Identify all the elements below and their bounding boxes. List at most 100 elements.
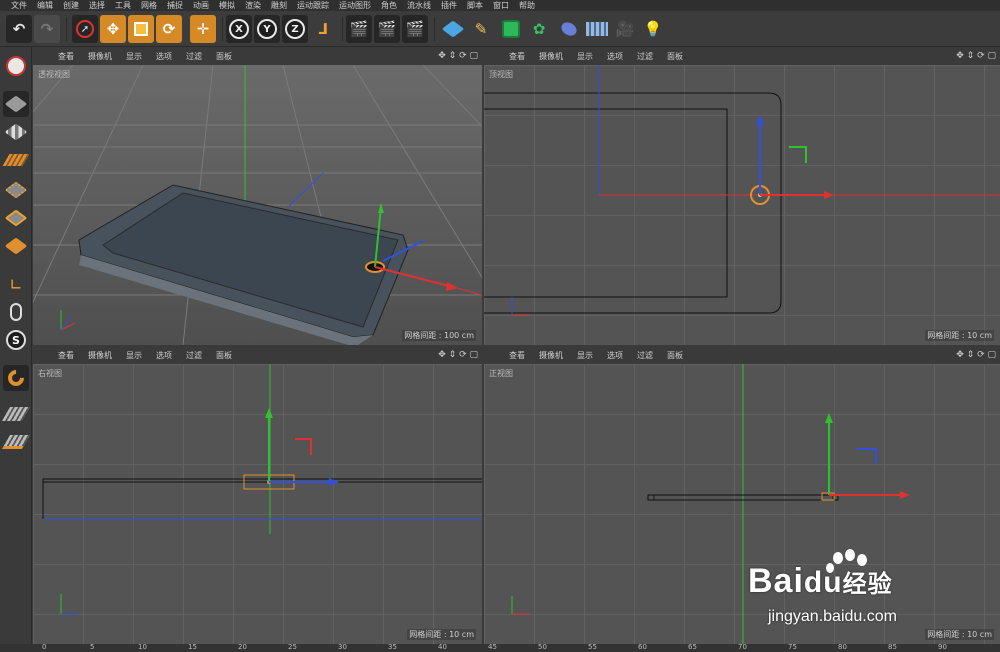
menu-edit[interactable]: 编辑 — [32, 0, 58, 11]
options-menu[interactable]: 选项 — [149, 51, 179, 62]
add-floor-button[interactable] — [584, 15, 610, 43]
add-subdivision-button[interactable] — [498, 15, 524, 43]
menu-file[interactable]: 文件 — [6, 0, 32, 11]
tweak-mode-button[interactable] — [3, 299, 29, 325]
menu-mesh[interactable]: 网格 — [136, 0, 162, 11]
camera-menu[interactable]: 摄像机 — [81, 350, 119, 361]
panel-menu[interactable]: 面板 — [209, 51, 239, 62]
add-camera-button[interactable]: 🎥 — [612, 15, 638, 43]
menu-sculpt[interactable]: 雕刻 — [266, 0, 292, 11]
menu-script[interactable]: 脚本 — [462, 0, 488, 11]
redo-icon: ↷ — [40, 20, 54, 38]
coordinate-system-button[interactable]: ⅃ — [310, 15, 336, 43]
add-deformer-button[interactable] — [556, 15, 582, 43]
display-menu[interactable]: 显示 — [570, 51, 600, 62]
add-cube-button[interactable] — [440, 15, 466, 43]
texture-mode-button[interactable] — [3, 119, 29, 145]
polygons-mode-button[interactable] — [3, 233, 29, 259]
perspective-viewport[interactable]: 查看 摄像机 显示 选项 过滤 面板 ✥ ⇕ ⟳ ▢ 透视视图 网格间距 : 1… — [33, 48, 482, 345]
add-light-button[interactable]: 💡 — [640, 15, 666, 43]
menu-pipeline[interactable]: 流水线 — [402, 0, 436, 11]
display-menu[interactable]: 显示 — [570, 350, 600, 361]
filter-menu[interactable]: 过滤 — [630, 350, 660, 361]
viewport-nav-icons[interactable]: ✥ ⇕ ⟳ ▢ — [956, 51, 996, 61]
y-axis-lock-button[interactable]: Y — [254, 15, 280, 43]
options-menu[interactable]: 选项 — [149, 350, 179, 361]
timeline-tick: 25 — [288, 643, 297, 651]
planar-workplane-button[interactable] — [1, 429, 31, 455]
move-tool-button[interactable]: ✥ — [100, 15, 126, 43]
mouse-icon — [10, 303, 22, 321]
menu-help[interactable]: 帮助 — [514, 0, 540, 11]
snapping-button[interactable]: S — [3, 327, 29, 353]
menu-render[interactable]: 渲染 — [240, 0, 266, 11]
options-menu[interactable]: 选项 — [600, 350, 630, 361]
view-menu[interactable]: 查看 — [51, 51, 81, 62]
menu-motion-tracking[interactable]: 运动跟踪 — [292, 0, 334, 11]
top-viewport[interactable]: 查看 摄像机 显示 选项 过滤 面板 ✥ ⇕ ⟳ ▢ 顶视图 网格间距 : 10… — [484, 48, 1000, 345]
edges-cube-icon — [4, 209, 28, 227]
filter-menu[interactable]: 过滤 — [179, 350, 209, 361]
top-viewport-menu: 查看 摄像机 显示 选项 过滤 面板 ✥ ⇕ ⟳ ▢ — [484, 48, 1000, 65]
rotate-tool-button[interactable]: ⟳ — [156, 15, 182, 43]
model-mode-button[interactable] — [3, 91, 29, 117]
camera-menu[interactable]: 摄像机 — [532, 350, 570, 361]
camera-icon: 🎥 — [615, 20, 635, 38]
render-settings-button[interactable]: 🎬 — [402, 15, 428, 43]
workplane-mode-button[interactable] — [2, 147, 30, 173]
render-to-picture-viewer-button[interactable]: 🎬 — [374, 15, 400, 43]
view-menu[interactable]: 查看 — [502, 51, 532, 62]
menu-simulate[interactable]: 模拟 — [214, 0, 240, 11]
scale-tool-button[interactable] — [128, 15, 154, 43]
add-pen-spline-button[interactable]: ✎ — [468, 15, 494, 43]
enable-axis-button[interactable]: ∟ — [3, 271, 29, 297]
add-cloner-button[interactable]: ✿ — [526, 15, 552, 43]
timeline-tick: 35 — [388, 643, 397, 651]
panel-menu[interactable]: 面板 — [209, 350, 239, 361]
timeline-ruler[interactable]: 0 5 10 15 20 25 30 35 40 45 50 55 60 65 … — [0, 643, 1000, 652]
options-menu[interactable]: 选项 — [600, 51, 630, 62]
model-cube-icon — [4, 95, 28, 113]
render-view-button[interactable]: 🎬 — [346, 15, 372, 43]
menu-create[interactable]: 创建 — [58, 0, 84, 11]
redo-button[interactable]: ↷ — [34, 15, 60, 43]
points-mode-button[interactable] — [3, 177, 29, 203]
menu-plugins[interactable]: 插件 — [436, 0, 462, 11]
lock-workplane-button[interactable] — [1, 401, 31, 427]
right-viewport[interactable]: 查看 摄像机 显示 选项 过滤 面板 ✥ ⇕ ⟳ ▢ 右视图 网格间距 : 10… — [33, 347, 482, 644]
panel-menu[interactable]: 面板 — [660, 51, 690, 62]
edges-mode-button[interactable] — [3, 205, 29, 231]
magnet-button[interactable] — [3, 365, 29, 391]
menu-window[interactable]: 窗口 — [488, 0, 514, 11]
transform-tool-button[interactable]: ✛ — [190, 15, 216, 43]
camera-menu[interactable]: 摄像机 — [532, 51, 570, 62]
undo-button[interactable]: ↶ — [6, 15, 32, 43]
make-editable-button[interactable] — [3, 53, 29, 79]
viewport-nav-icons[interactable]: ✥ ⇕ ⟳ ▢ — [438, 350, 478, 360]
x-axis-lock-button[interactable]: X — [226, 15, 252, 43]
view-menu[interactable]: 查看 — [502, 350, 532, 361]
display-menu[interactable]: 显示 — [119, 51, 149, 62]
clapper-gear-icon: 🎬 — [405, 20, 425, 38]
timeline-tick: 40 — [438, 643, 447, 651]
menu-snap[interactable]: 捕捉 — [162, 0, 188, 11]
panel-menu[interactable]: 面板 — [660, 350, 690, 361]
timeline-tick: 60 — [638, 643, 647, 651]
pen-icon: ✎ — [474, 20, 488, 38]
z-axis-lock-button[interactable]: Z — [282, 15, 308, 43]
menu-animate[interactable]: 动画 — [188, 0, 214, 11]
menu-character[interactable]: 角色 — [376, 0, 402, 11]
camera-menu[interactable]: 摄像机 — [81, 51, 119, 62]
filter-menu[interactable]: 过滤 — [179, 51, 209, 62]
menu-mograph[interactable]: 运动图形 — [334, 0, 376, 11]
live-selection-button[interactable]: ➚ — [72, 15, 98, 43]
display-menu[interactable]: 显示 — [119, 350, 149, 361]
cinema4d-window: 文件 编辑 创建 选择 工具 网格 捕捉 动画 模拟 渲染 雕刻 运动跟踪 运动… — [0, 0, 1000, 652]
menu-tools[interactable]: 工具 — [110, 0, 136, 11]
viewport-nav-icons[interactable]: ✥ ⇕ ⟳ ▢ — [438, 51, 478, 61]
menu-select[interactable]: 选择 — [84, 0, 110, 11]
view-menu[interactable]: 查看 — [51, 350, 81, 361]
viewport-name: 右视图 — [38, 369, 62, 378]
viewport-nav-icons[interactable]: ✥ ⇕ ⟳ ▢ — [956, 350, 996, 360]
filter-menu[interactable]: 过滤 — [630, 51, 660, 62]
